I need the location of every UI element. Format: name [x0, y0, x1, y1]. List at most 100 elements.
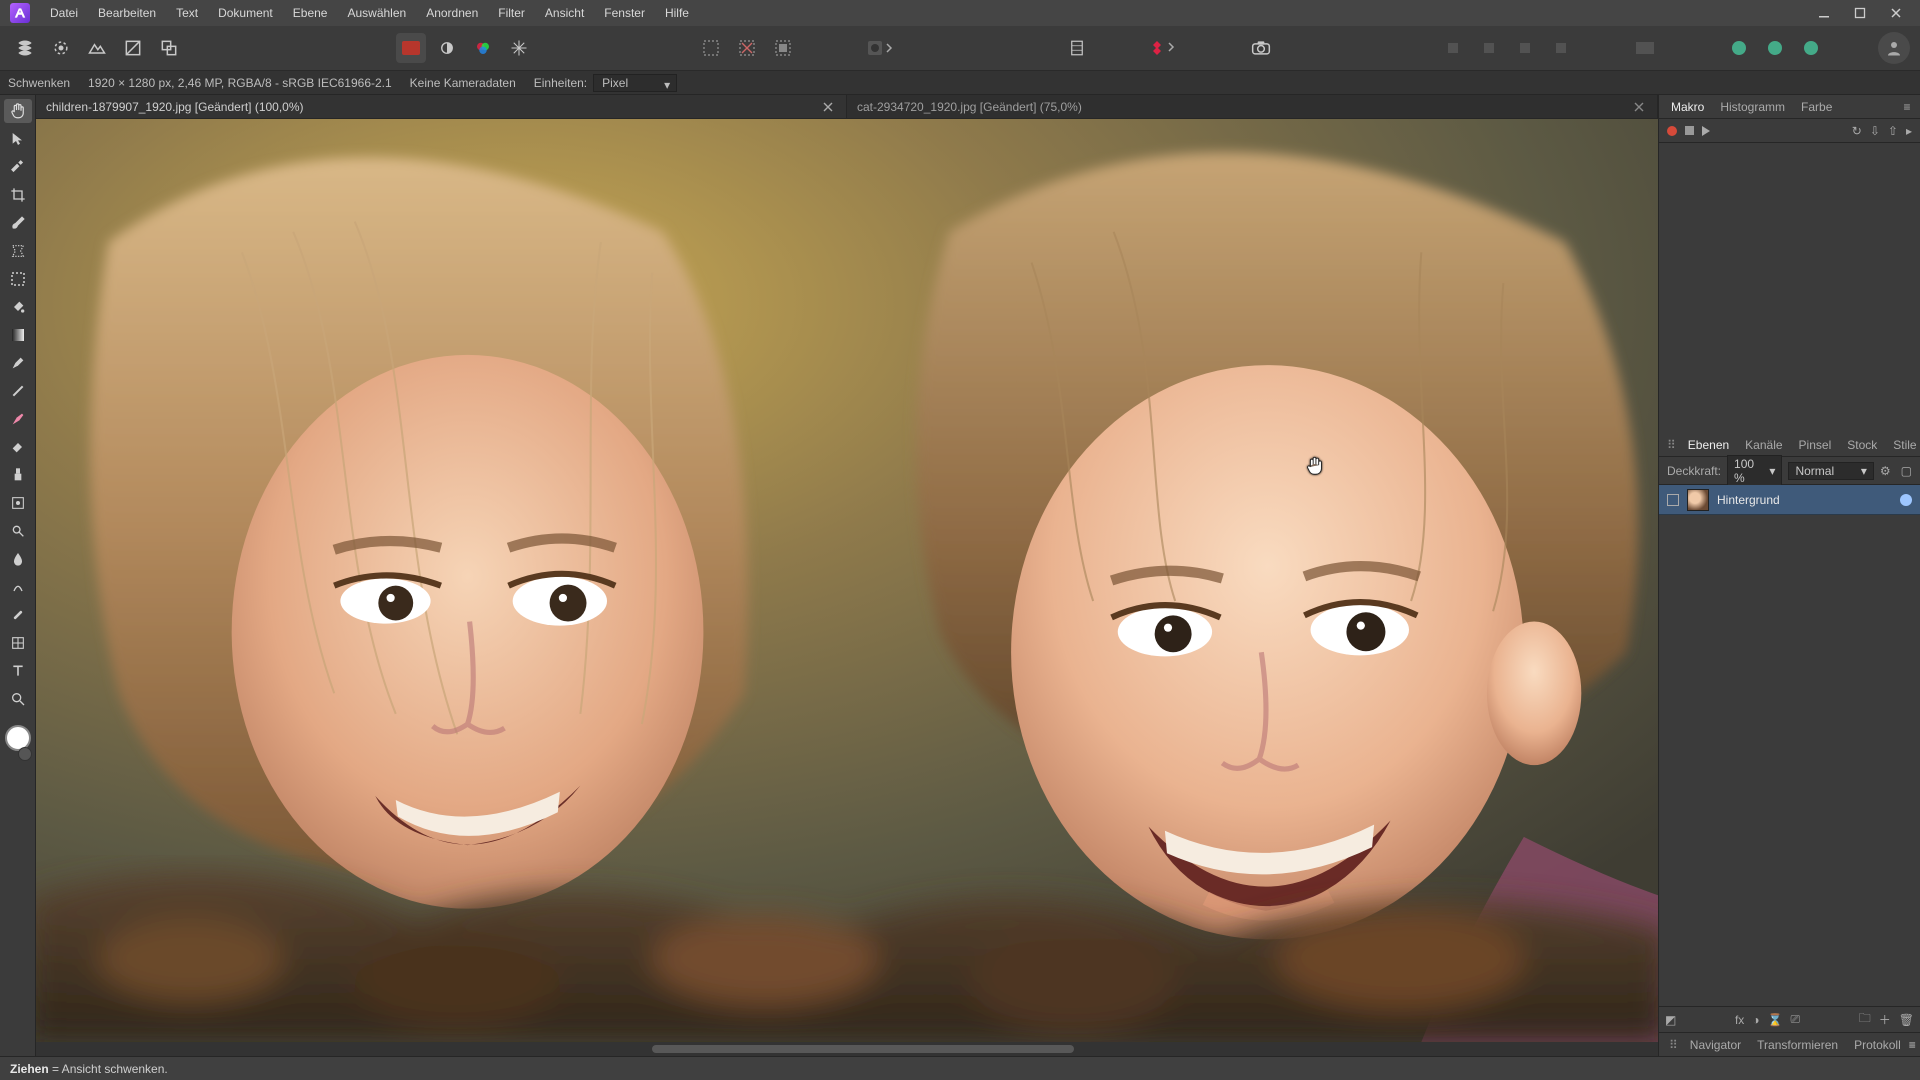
tab-transformieren[interactable]: Transformieren [1749, 1034, 1846, 1056]
swatch-red-icon[interactable] [396, 33, 426, 63]
tool-erase[interactable] [4, 435, 32, 459]
tool-move[interactable] [4, 127, 32, 151]
menu-auswaehlen[interactable]: Auswählen [337, 2, 416, 24]
layer-settings-icon[interactable]: ⚙ [1880, 464, 1891, 478]
tool-dodge[interactable] [4, 519, 32, 543]
menu-dokument[interactable]: Dokument [208, 2, 283, 24]
tool-flood-fill[interactable] [4, 295, 32, 319]
layer-clip-icon[interactable]: ⎚ [1791, 1012, 1801, 1027]
panel-menu-icon[interactable]: ≡ [1909, 1038, 1916, 1052]
tab-protokoll[interactable]: Protokoll [1846, 1034, 1909, 1056]
units-dropdown[interactable]: Pixel ▾ [593, 74, 677, 92]
auto-wb-icon[interactable] [504, 33, 534, 63]
cloud-sync-2-icon[interactable] [1760, 33, 1790, 63]
camera-icon[interactable] [1246, 33, 1276, 63]
auto-levels-icon[interactable] [432, 33, 462, 63]
layer-row[interactable]: Hintergrund [1659, 485, 1920, 515]
tab-navigator[interactable]: Navigator [1682, 1034, 1749, 1056]
tool-gradient[interactable] [4, 323, 32, 347]
window-close-button[interactable] [1878, 0, 1914, 26]
record-icon[interactable] [1667, 126, 1677, 136]
tool-color-picker[interactable] [4, 155, 32, 179]
tool-inpaint[interactable] [4, 491, 32, 515]
layer-visibility-icon[interactable] [1900, 494, 1912, 506]
tool-crop[interactable] [4, 183, 32, 207]
tool-flood-select[interactable] [4, 239, 32, 263]
persona-liquify-icon[interactable] [46, 33, 76, 63]
tab-farbe[interactable]: Farbe [1793, 96, 1840, 118]
persona-tone-icon[interactable] [118, 33, 148, 63]
layer-mask-icon[interactable]: ◩ [1665, 1013, 1676, 1027]
background-color-swatch[interactable] [18, 747, 32, 761]
layer-group-icon[interactable]: 🗀 [1859, 1009, 1871, 1030]
tab-histogramm[interactable]: Histogramm [1712, 96, 1793, 118]
layer-select-checkbox[interactable] [1667, 494, 1679, 506]
layer-adjust-icon[interactable]: ◑ [1752, 1013, 1759, 1027]
macro-import-icon[interactable]: ⇩ [1870, 124, 1880, 138]
persona-photo-icon[interactable] [10, 33, 40, 63]
macro-add-icon[interactable]: ▸ [1906, 124, 1912, 138]
arrange-icon[interactable] [1144, 33, 1184, 63]
select-all-icon[interactable] [696, 33, 726, 63]
persona-export-icon[interactable] [154, 33, 184, 63]
play-icon[interactable] [1702, 126, 1710, 136]
panel-menu-icon[interactable]: ≡ [1898, 98, 1916, 116]
invert-select-icon[interactable] [768, 33, 798, 63]
cloud-sync-3-icon[interactable] [1796, 33, 1826, 63]
blend-mode-dropdown[interactable]: Normal▾ [1788, 462, 1873, 480]
macro-reset-icon[interactable]: ↻ [1852, 124, 1862, 138]
deselect-icon[interactable] [732, 33, 762, 63]
menu-ebene[interactable]: Ebene [283, 2, 338, 24]
auto-colors-icon[interactable] [468, 33, 498, 63]
panel-dock-icon[interactable]: ⠿ [1663, 438, 1680, 452]
layer-tag-icon[interactable]: ▢ [1901, 464, 1912, 478]
crop-rotate-icon[interactable] [1062, 33, 1092, 63]
account-button[interactable] [1878, 32, 1910, 64]
tool-marquee[interactable] [4, 267, 32, 291]
panel-dock-icon[interactable]: ⠿ [1665, 1038, 1682, 1052]
tool-clone[interactable] [4, 463, 32, 487]
tool-zoom[interactable] [4, 687, 32, 711]
menu-anordnen[interactable]: Anordnen [416, 2, 488, 24]
tab-ebenen[interactable]: Ebenen [1680, 434, 1737, 456]
menu-hilfe[interactable]: Hilfe [655, 2, 699, 24]
canvas[interactable] [36, 119, 1658, 1042]
close-tab-icon[interactable] [820, 99, 836, 115]
menu-fenster[interactable]: Fenster [594, 2, 655, 24]
layer-fx-icon[interactable]: fx [1735, 1013, 1744, 1027]
menu-datei[interactable]: Datei [40, 2, 88, 24]
macro-export-icon[interactable]: ⇧ [1888, 124, 1898, 138]
document-tab-2[interactable]: cat-2934720_1920.jpg [Geändert] (75,0%) [847, 95, 1658, 118]
tool-text[interactable] [4, 659, 32, 683]
opacity-field[interactable]: 100 %▾ [1727, 455, 1782, 487]
tool-hand[interactable] [4, 99, 32, 123]
tool-paint-brush[interactable] [4, 351, 32, 375]
tab-pinsel[interactable]: Pinsel [1791, 434, 1840, 456]
stop-icon[interactable] [1685, 126, 1694, 135]
tool-selection-brush[interactable] [4, 211, 32, 235]
window-minimize-button[interactable] [1806, 0, 1842, 26]
cloud-sync-1-icon[interactable] [1724, 33, 1754, 63]
layer-live-icon[interactable]: ⌛ [1768, 1013, 1783, 1027]
menu-text[interactable]: Text [166, 2, 208, 24]
tab-stile[interactable]: Stile [1885, 434, 1920, 456]
menu-filter[interactable]: Filter [488, 2, 535, 24]
document-tab-1[interactable]: children-1879907_1920.jpg [Geändert] (10… [36, 95, 847, 118]
quickmask-icon[interactable] [860, 33, 900, 63]
tab-kanaele[interactable]: Kanäle [1737, 434, 1790, 456]
tab-makro[interactable]: Makro [1663, 96, 1712, 118]
close-tab-icon[interactable] [1631, 99, 1647, 115]
persona-develop-icon[interactable] [82, 33, 112, 63]
layer-delete-icon[interactable]: 🗑 [1899, 1013, 1914, 1027]
tool-mesh[interactable] [4, 631, 32, 655]
tab-stock[interactable]: Stock [1839, 434, 1885, 456]
tool-healing[interactable] [4, 603, 32, 627]
menu-ansicht[interactable]: Ansicht [535, 2, 594, 24]
tool-smudge[interactable] [4, 575, 32, 599]
tool-pixel[interactable] [4, 379, 32, 403]
tool-blur[interactable] [4, 547, 32, 571]
horizontal-scrollbar[interactable] [36, 1042, 1658, 1056]
window-maximize-button[interactable] [1842, 0, 1878, 26]
tool-paint-mixer[interactable] [4, 407, 32, 431]
layer-add-icon[interactable]: ＋ [1879, 1011, 1891, 1028]
